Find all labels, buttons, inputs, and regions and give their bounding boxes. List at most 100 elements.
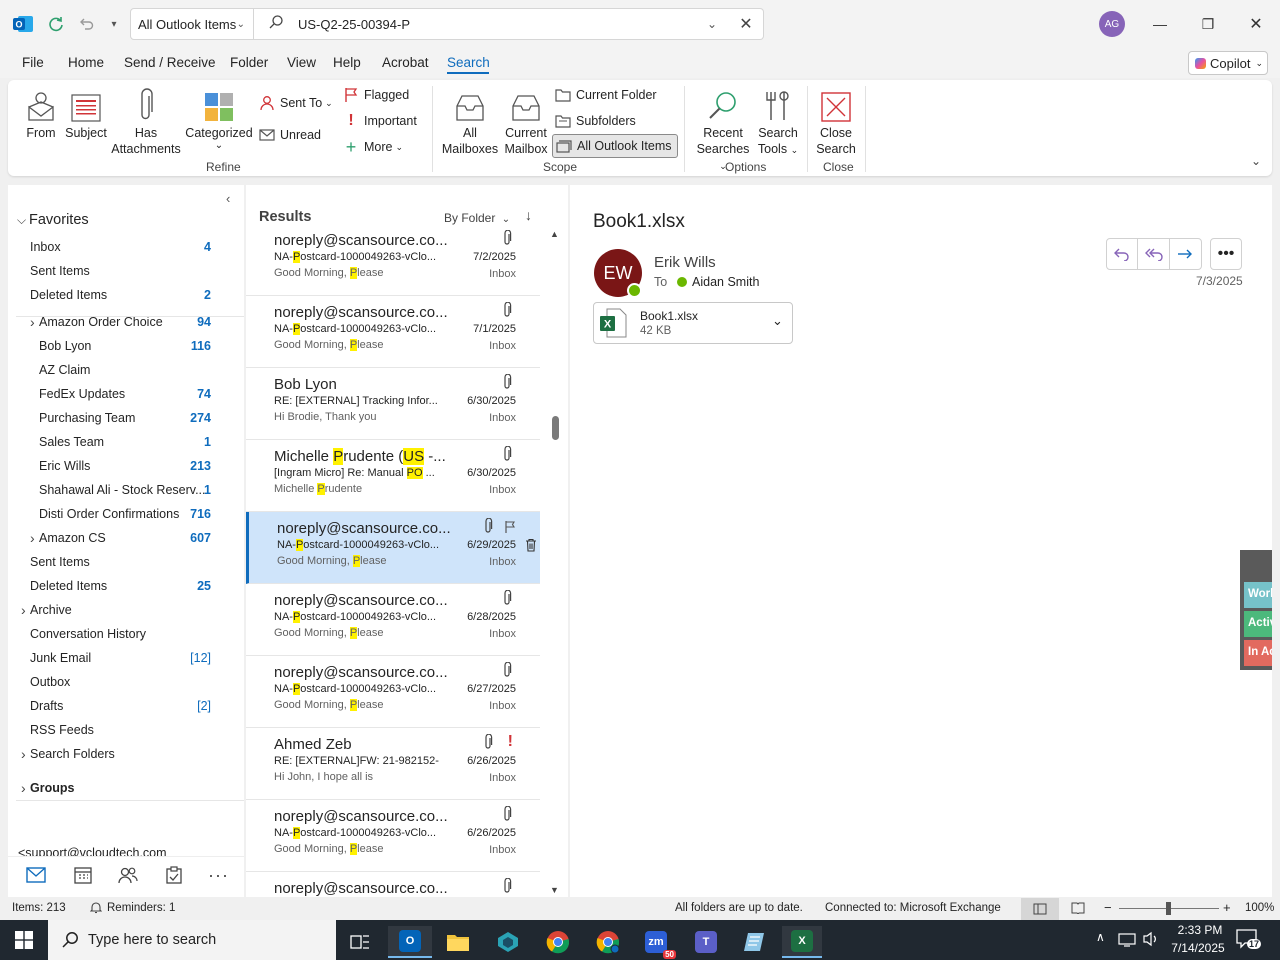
side-tab-active[interactable]: Activ — [1244, 611, 1272, 637]
tasks-nav-icon[interactable] — [166, 866, 182, 887]
folder-item[interactable]: › Amazon CS 607 — [8, 526, 244, 550]
scroll-up-icon[interactable]: ▲ — [550, 229, 559, 239]
side-tab-world[interactable]: Worl — [1244, 582, 1272, 608]
folder-item[interactable]: Purchasing Team 274 — [8, 406, 244, 430]
menu-view[interactable]: View — [287, 55, 316, 70]
message-item[interactable]: Bob Lyon RE: [EXTERNAL] Tracking Infor...… — [246, 368, 540, 440]
undo-icon[interactable] — [74, 12, 98, 36]
folder-item[interactable]: Outbox — [8, 670, 244, 694]
more-actions-button[interactable]: ••• — [1210, 238, 1242, 270]
list-scrollbar-thumb[interactable] — [552, 416, 559, 440]
zoom-out-icon[interactable]: − — [1104, 900, 1112, 915]
message-item[interactable]: noreply@scansource.co... NA-Postcard-1000… — [246, 296, 540, 368]
message-item[interactable]: noreply@scansource.co... NA-Postcard-1000… — [246, 512, 540, 584]
chevron-right-icon[interactable]: › — [21, 602, 26, 618]
mail-nav-icon[interactable] — [26, 867, 46, 886]
minimize-button[interactable]: — — [1137, 8, 1183, 40]
refine-from-button[interactable]: From — [22, 84, 60, 141]
refine-categorized-button[interactable]: Categorized ⌄ — [185, 84, 253, 151]
menu-search[interactable]: Search — [447, 55, 490, 70]
sort-direction-icon[interactable]: ↓ — [525, 207, 532, 223]
forward-button[interactable] — [1170, 239, 1201, 269]
taskbar-chrome-icon[interactable] — [538, 926, 578, 958]
clock-date[interactable]: 7/14/2025 — [1168, 941, 1228, 955]
menu-file[interactable]: File — [22, 55, 44, 70]
refine-subject-button[interactable]: Subject — [64, 84, 108, 141]
reading-view-button[interactable] — [1071, 902, 1085, 917]
sync-icon[interactable] — [44, 12, 68, 36]
folder-item[interactable]: Conversation History — [8, 622, 244, 646]
folder-item[interactable]: Deleted Items 25 — [8, 574, 244, 598]
taskbar-chrome-profile-icon[interactable] — [588, 926, 628, 958]
folder-item[interactable]: Eric Wills 213 — [8, 454, 244, 478]
menu-folder[interactable]: Folder — [230, 55, 268, 70]
message-item[interactable]: noreply@scansource.co... NA-Postcard-1000… — [246, 656, 540, 728]
folder-item[interactable]: Junk Email [12] — [8, 646, 244, 670]
taskbar-search-box[interactable]: Type here to search — [48, 920, 336, 960]
network-icon[interactable] — [1118, 931, 1136, 950]
folder-item[interactable]: Bob Lyon 116 — [8, 334, 244, 358]
search-tools-button[interactable]: Search Tools ⌄ — [756, 84, 800, 158]
scope-all-mailboxes-button[interactable]: All Mailboxes — [442, 84, 498, 157]
menu-acrobat[interactable]: Acrobat — [382, 55, 429, 70]
refine-unread-button[interactable]: Unread — [258, 124, 321, 146]
normal-view-button[interactable] — [1021, 898, 1059, 920]
menu-send-receive[interactable]: Send / Receive — [124, 55, 216, 70]
taskbar-teams-icon[interactable]: T — [686, 926, 726, 958]
menu-home[interactable]: Home — [68, 55, 104, 70]
zoom-slider-thumb[interactable] — [1166, 902, 1171, 915]
show-hidden-icons-chevron[interactable]: ∧ — [1096, 930, 1105, 944]
folder-item[interactable]: Sales Team 1 — [8, 430, 244, 454]
account-avatar[interactable]: AG — [1099, 11, 1125, 37]
notifications-button[interactable]: 17 — [1236, 929, 1262, 952]
folder-item[interactable]: Deleted Items 2 — [8, 283, 244, 307]
close-search-button[interactable]: Close Search — [814, 84, 858, 157]
message-item[interactable]: noreply@scansource.co... NA-Postcard-1000… — [246, 228, 540, 296]
taskbar-notepad-icon[interactable] — [734, 926, 774, 958]
delete-message-icon[interactable] — [525, 538, 537, 555]
folder-item[interactable]: › Amazon Order Choice 94 — [8, 310, 244, 334]
taskbar-app-icon[interactable] — [488, 926, 528, 958]
sort-by-folder-button[interactable]: By Folder ⌄ — [444, 211, 510, 225]
attachment-options-chevron-icon[interactable]: ⌄ — [772, 313, 783, 329]
scope-all-outlook-items-button[interactable]: All Outlook Items — [552, 134, 679, 158]
clock-time[interactable]: 2:33 PM — [1174, 923, 1226, 937]
collapse-pane-icon[interactable]: ‹ — [226, 191, 230, 206]
search-scope-select[interactable]: All Outlook Items ⌄ — [130, 8, 254, 40]
reply-all-button[interactable] — [1138, 239, 1170, 269]
folder-item[interactable]: Sent Items — [8, 550, 244, 574]
flag-message-icon[interactable] — [504, 520, 516, 537]
zoom-in-icon[interactable]: + — [1223, 900, 1231, 915]
attachment-card[interactable]: X Book1.xlsx 42 KB ⌄ — [593, 302, 793, 344]
volume-icon[interactable] — [1142, 931, 1160, 950]
refine-flagged-button[interactable]: Flagged — [342, 84, 409, 106]
folder-item[interactable]: Shahawal Ali - Stock Reserv... 1 — [8, 478, 244, 502]
folder-item[interactable]: Drafts [2] — [8, 694, 244, 718]
message-item[interactable]: Ahmed Zeb RE: [EXTERNAL]FW: 21-982152-...… — [246, 728, 540, 800]
search-options-chevron-icon[interactable]: ⌄ — [695, 17, 729, 31]
message-item[interactable]: noreply@scansource.co... — [246, 872, 540, 897]
taskbar-excel-icon[interactable]: X — [782, 926, 822, 958]
restore-button[interactable]: ❐ — [1185, 8, 1231, 40]
refine-more-button[interactable]: + More ⌄ — [342, 136, 403, 158]
folder-item[interactable]: Sent Items — [8, 259, 244, 283]
scope-current-folder-button[interactable]: Current Folder — [554, 84, 657, 106]
people-nav-icon[interactable] — [118, 866, 138, 887]
folder-item[interactable]: RSS Feeds — [8, 718, 244, 742]
chevron-right-icon[interactable]: › — [21, 746, 26, 762]
start-button[interactable] — [0, 920, 48, 960]
calendar-nav-icon[interactable] — [74, 866, 92, 887]
message-item[interactable]: noreply@scansource.co... NA-Postcard-1000… — [246, 584, 540, 656]
quick-access-dropdown-icon[interactable]: ▾ — [102, 12, 126, 36]
taskbar-outlook-icon[interactable]: O — [388, 926, 432, 958]
menu-help[interactable]: Help — [333, 55, 361, 70]
ribbon-collapse-icon[interactable]: ⌄ — [1251, 154, 1261, 168]
folder-item[interactable]: › Groups — [8, 776, 244, 800]
search-input[interactable] — [298, 16, 695, 32]
scroll-down-icon[interactable]: ▼ — [550, 885, 559, 895]
folder-item[interactable]: › Archive — [8, 598, 244, 622]
refine-sent-to-button[interactable]: Sent To ⌄ — [258, 92, 333, 114]
recipient-name[interactable]: Aidan Smith — [692, 275, 759, 289]
task-view-icon[interactable] — [340, 926, 380, 958]
message-item[interactable]: noreply@scansource.co... NA-Postcard-1000… — [246, 800, 540, 872]
